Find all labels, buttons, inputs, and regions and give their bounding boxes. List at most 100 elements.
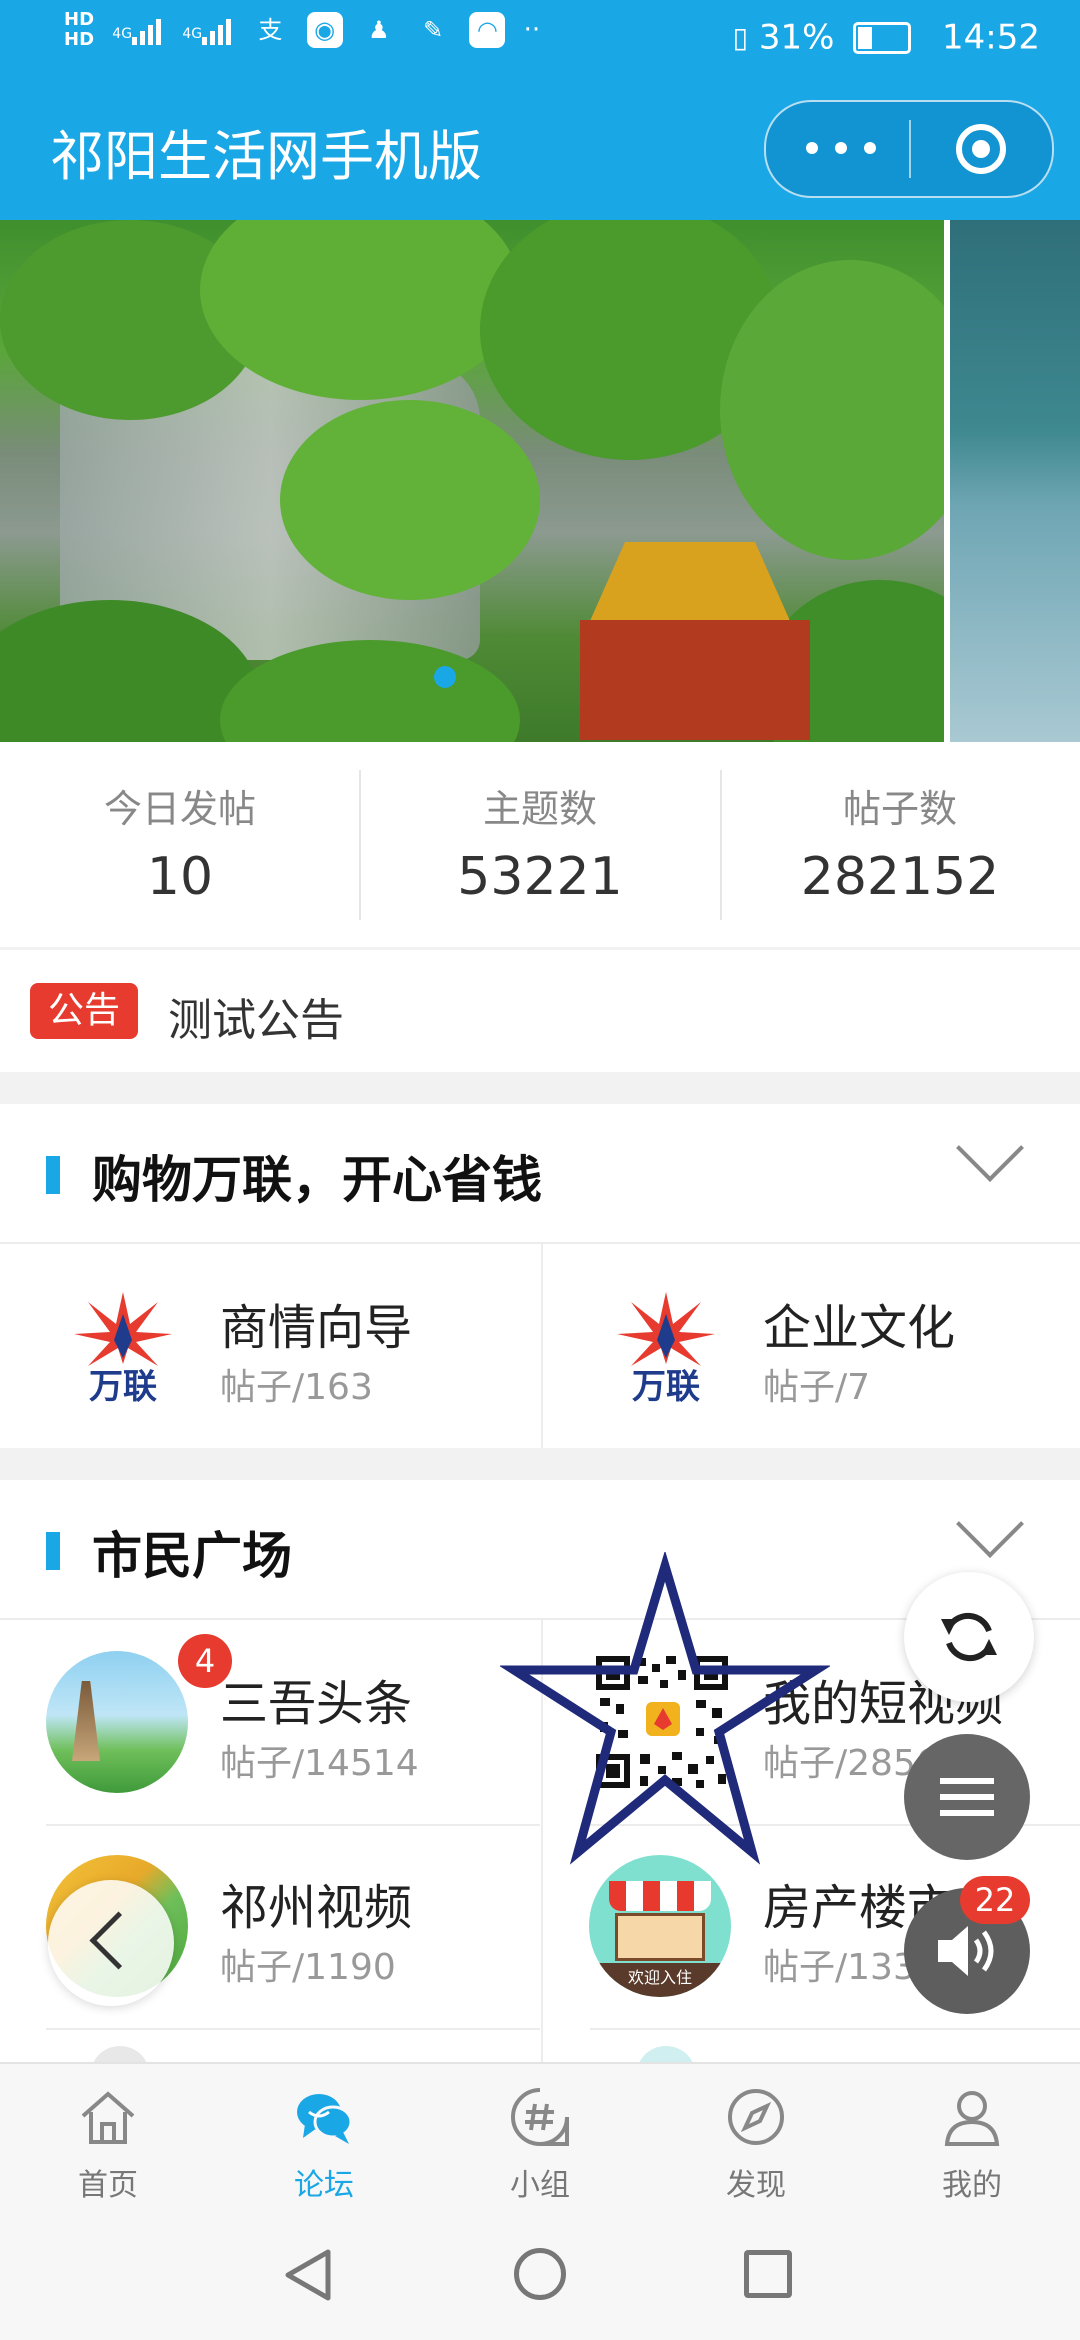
tab-label: 我的: [942, 2168, 1002, 2203]
divider: [46, 2028, 540, 2030]
section-title: 购物万联，开心省钱: [92, 1151, 542, 1209]
board-title: 企业文化: [763, 1300, 956, 1356]
qrcode-star-overlay: [500, 1552, 830, 1865]
announcement-bar[interactable]: 公告 测试公告: [0, 950, 1080, 1072]
hamburger-icon: [940, 1778, 994, 1816]
user-icon: [944, 2091, 1000, 2146]
bottom-tab-bar: 首页 论坛 小组 发现 我的: [0, 2062, 1080, 2212]
hd-indicator: HD HD: [64, 10, 94, 50]
stat-label: 今日发帖: [103, 787, 256, 831]
alipay-icon: 支: [258, 16, 283, 44]
back-button[interactable]: [48, 1880, 174, 2006]
browser-icon: ◉: [306, 12, 343, 48]
tab-label: 论坛: [294, 2168, 354, 2203]
board-avatar-shop: 欢迎入住: [589, 1855, 731, 1997]
stat-value: 10: [146, 847, 214, 907]
carousel-indicator-dot[interactable]: [434, 666, 456, 688]
wanlian-logo-text: 万联: [89, 1367, 157, 1404]
next-row-avatar-peek: [636, 2046, 696, 2062]
qq-icon: ♟: [368, 16, 390, 44]
close-miniprogram-icon[interactable]: [956, 124, 1006, 174]
stat-today-posts: 今日发帖 10: [0, 742, 360, 947]
shop-front: [615, 1913, 705, 1961]
signal-icon-2: 4G: [182, 15, 234, 45]
refresh-icon: [941, 1612, 997, 1662]
stat-topics: 主题数 53221: [360, 742, 720, 947]
section-accent-bar: [46, 1532, 60, 1570]
tab-label: 小组: [510, 2168, 570, 2203]
board-title: 祁州视频: [220, 1880, 413, 1936]
tab-home[interactable]: 首页: [0, 2064, 216, 2212]
section-wanlian: 购物万联，开心省钱 万联 商情向导 帖子/163 万联 企业文化 帖子/7: [0, 1104, 1080, 1448]
announcement-text[interactable]: 测试公告: [168, 984, 344, 1048]
banner-carousel[interactable]: [0, 220, 1080, 742]
forum-board-item[interactable]: 万联 企业文化 帖子/7: [543, 1244, 1080, 1448]
next-row-avatar-peek: [90, 2046, 150, 2062]
shop-sign: 欢迎入住: [589, 1963, 731, 1997]
hd-label: HD: [64, 9, 95, 30]
net-type-2: 4G: [182, 26, 203, 42]
forum-board-item[interactable]: 万联 商情向导 帖子/163: [0, 1244, 540, 1448]
stat-value: 53221: [457, 847, 623, 907]
capsule-divider: [909, 120, 911, 178]
menu-button[interactable]: [904, 1734, 1030, 1860]
refresh-button[interactable]: [904, 1572, 1034, 1702]
banner-temple-body: [580, 620, 810, 740]
chat-icon: [297, 2094, 353, 2144]
system-nav-bar: [0, 2210, 1080, 2340]
stat-label: 帖子数: [842, 787, 957, 831]
board-post-count: 帖子/163: [220, 1367, 373, 1408]
forum-board-item[interactable]: 4 三吾头条 帖子/14514: [0, 1620, 540, 1824]
wanlian-logo-icon: 万联: [74, 1292, 172, 1404]
hd-label-2: HD: [64, 29, 95, 50]
page-title: 祁阳生活网手机版: [50, 125, 482, 188]
section-title: 市民广场: [92, 1527, 292, 1585]
divider: [590, 2028, 1080, 2030]
vibrate-icon: ▯: [732, 21, 748, 54]
board-title: 三吾头条: [220, 1676, 413, 1732]
banner-image-lake[interactable]: [950, 220, 1080, 742]
shop-awning: [609, 1881, 711, 1911]
nav-home-icon[interactable]: [514, 2248, 566, 2300]
clock: 14:52: [942, 17, 1040, 58]
tab-profile[interactable]: 我的: [864, 2064, 1080, 2212]
tab-groups[interactable]: 小组: [432, 2064, 648, 2212]
more-menu-icon[interactable]: [806, 128, 876, 168]
forum-stats: 今日发帖 10 主题数 53221 帖子数 282152: [0, 742, 1080, 947]
app-notification-icon: ✎: [423, 16, 444, 44]
stat-value: 282152: [800, 847, 1000, 907]
tab-forum[interactable]: 论坛: [216, 2064, 432, 2212]
miniprogram-capsule: [764, 100, 1054, 198]
tab-label: 发现: [726, 2168, 786, 2203]
stat-posts: 帖子数 282152: [720, 742, 1080, 947]
status-bar-left: HD HD 4G 4G 支 ◉ ♟ ✎ ◠ ··: [64, 10, 540, 50]
status-bar-right: ▯ 31% 14:52: [733, 16, 1040, 58]
signal-icon: 4G: [112, 15, 164, 45]
wechat-mini-icon: ◠: [469, 12, 506, 48]
tab-discover[interactable]: 发现: [648, 2064, 864, 2212]
board-avatar-pagoda: [46, 1651, 188, 1793]
board-post-count: 帖子/7: [763, 1367, 871, 1408]
compass-icon: [728, 2089, 784, 2145]
stat-label: 主题数: [482, 787, 597, 831]
app-header: HD HD 4G 4G 支 ◉ ♟ ✎ ◠ ·· ▯ 31% 14:52 祁阳生活…: [0, 0, 1080, 220]
battery-icon: [853, 21, 912, 54]
section-accent-bar: [46, 1156, 60, 1194]
nav-back-icon[interactable]: [282, 2248, 334, 2302]
chevron-left-icon: [89, 1911, 148, 1970]
hashtag-icon: [511, 2088, 569, 2146]
home-icon: [81, 2091, 135, 2144]
board-title: 商情向导: [220, 1300, 413, 1356]
speaker-icon: [938, 1926, 994, 1976]
battery-percent: 31%: [758, 17, 835, 58]
chevron-down-icon[interactable]: [956, 1114, 1024, 1182]
more-notifications-icon: ··: [523, 15, 541, 45]
board-post-count: 帖子/14514: [220, 1743, 419, 1784]
board-post-count: 帖子/1190: [220, 1947, 396, 1988]
nav-recents-icon[interactable]: [744, 2250, 792, 2298]
tab-label: 首页: [78, 2168, 138, 2203]
chevron-down-icon[interactable]: [956, 1490, 1024, 1558]
banner-image-mountain-temple[interactable]: [0, 220, 1000, 742]
net-type: 4G: [112, 26, 133, 42]
notification-badge: 22: [960, 1876, 1030, 1924]
